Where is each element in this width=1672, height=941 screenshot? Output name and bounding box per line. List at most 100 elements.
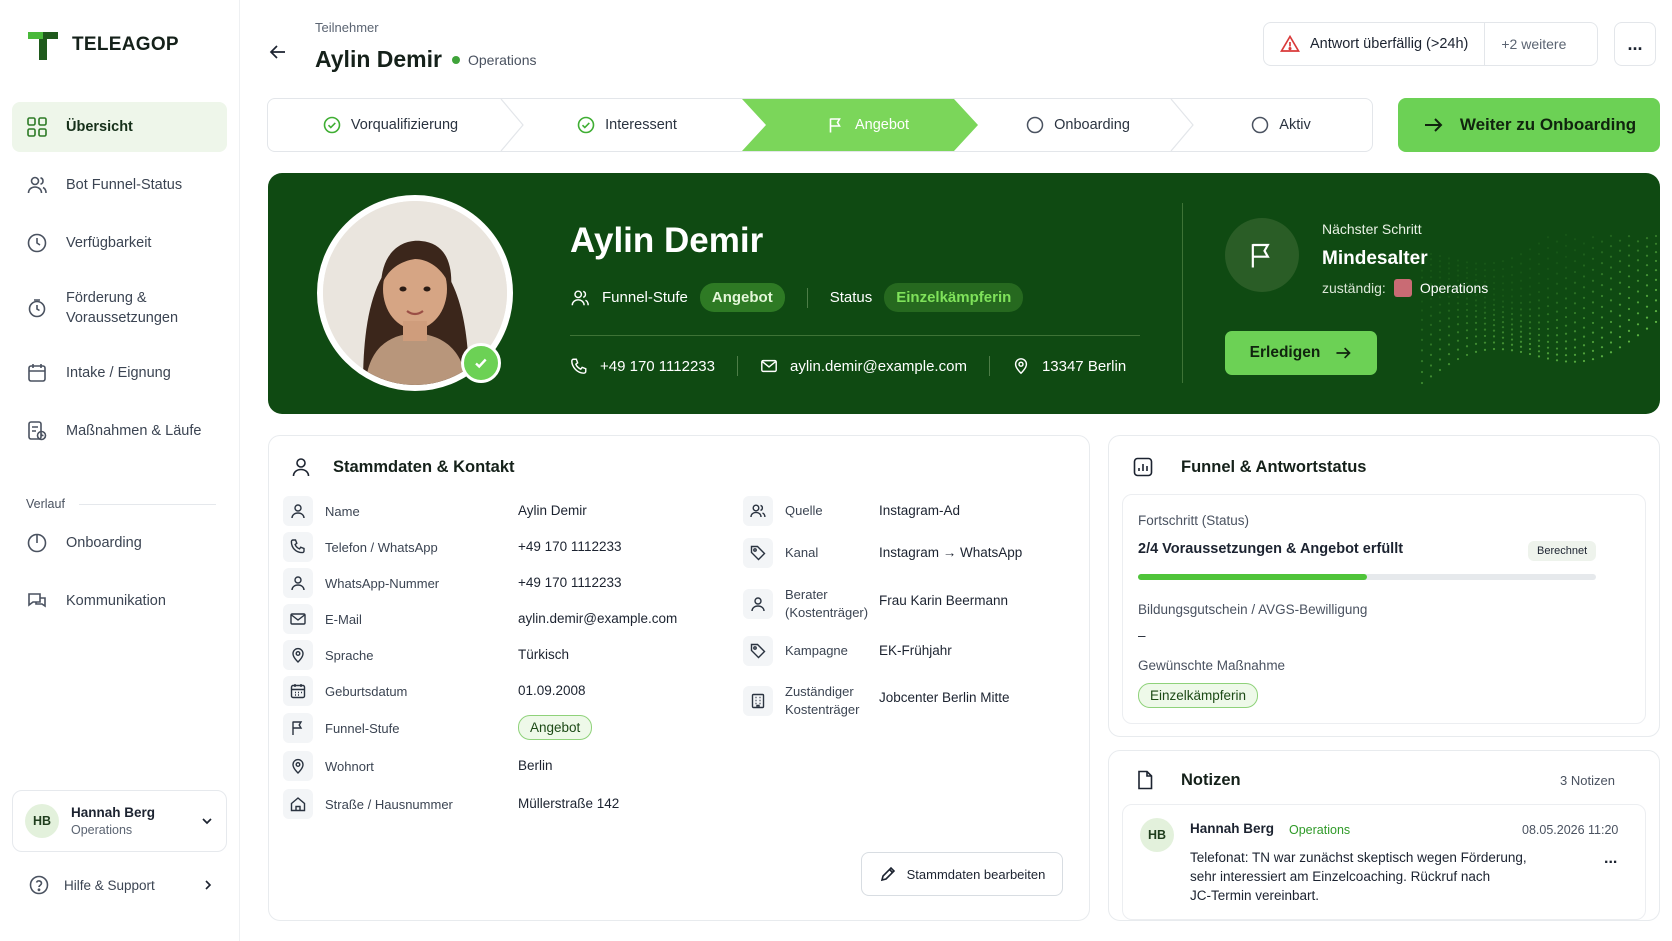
next-step-icon-circle (1225, 218, 1299, 292)
sidebar-item-onboarding[interactable]: Onboarding (12, 518, 227, 568)
grid-icon (27, 117, 47, 137)
app-logo[interactable]: TELEAGOP (26, 28, 179, 62)
avatar: HB (25, 804, 59, 838)
field-value: aylin.demir@example.com (518, 611, 678, 626)
alert-bar: Antwort überfällig (>24h) +2 weitere (1263, 22, 1598, 66)
divider (806, 287, 808, 308)
step-aktiv[interactable]: Aktiv (1188, 99, 1372, 151)
help-support-link[interactable]: Hilfe & Support (28, 874, 214, 896)
app-name: TELEAGOP (72, 34, 179, 55)
note-author: Hannah Berg (1190, 821, 1275, 836)
step-separator (500, 99, 524, 151)
hero-email-link[interactable]: aylin.demir@example.com (790, 358, 967, 375)
field-value: EK-Frühjahr (879, 643, 952, 658)
sidebar-item-label: Bot Funnel-Status (66, 177, 183, 193)
next-step-owner: zuständig: Operations (1322, 279, 1488, 297)
note-role: Operations (1289, 823, 1351, 837)
alert-overdue[interactable]: Antwort überfällig (>24h) (1264, 23, 1486, 65)
stammdaten-row: Kampagne (743, 636, 867, 666)
hero-phone-link[interactable]: +49 170 1112233 (600, 358, 715, 375)
hero-name: Aylin Demir (570, 221, 764, 260)
stammdaten-row: Funnel-Stufe (283, 713, 399, 743)
phone-icon (571, 358, 587, 374)
step-label: Aktiv (1279, 117, 1311, 133)
note-icon (1138, 770, 1153, 790)
edit-stammdaten-button[interactable]: Stammdaten bearbeiten (861, 852, 1063, 896)
stammdaten-row: E-Mail (283, 604, 362, 634)
divider (1182, 203, 1183, 383)
stammdaten-row: Straße / Hausnummer (283, 789, 453, 819)
step-interessent[interactable]: Interessent (513, 99, 741, 151)
note-text-line: sehr interessiert am Einzelcoaching. Rüc… (1190, 869, 1491, 884)
owner-label: zuständig: (1322, 280, 1386, 296)
divider (736, 356, 738, 376)
document-chart-icon (28, 421, 47, 441)
warning-icon (1280, 34, 1300, 52)
sidebar-item-label: Förderung & Voraussetzungen (66, 289, 179, 326)
voucher-value: – (1138, 628, 1146, 643)
stammdaten-row: Name (283, 496, 360, 526)
help-icon (29, 875, 49, 895)
location-pin-icon (1014, 358, 1028, 375)
logo-icon (28, 32, 58, 60)
notes-title: Notizen (1181, 771, 1241, 789)
sidebar-item-intake[interactable]: Intake / Eignung (12, 348, 227, 398)
mail-icon (283, 604, 313, 634)
back-button[interactable] (268, 42, 288, 67)
funnel-stage-badge: Angebot (699, 283, 785, 312)
sidebar-nav: Übersicht Bot Funnel-Status Verfügbarkei… (12, 102, 227, 464)
field-label: Telefon / WhatsApp (325, 539, 438, 555)
stammdaten-row: Berater (Kostenträger) (743, 586, 868, 621)
step-vorqualifizierung[interactable]: Vorqualifizierung (268, 99, 513, 151)
step-label: Onboarding (1054, 117, 1130, 133)
field-value: Frau Karin Beermann (879, 593, 1009, 608)
step-label: Interessent (605, 117, 677, 133)
sidebar-item-verfuegbarkeit[interactable]: Verfügbarkeit (12, 218, 227, 268)
breadcrumb[interactable]: Teilnehmer (315, 20, 379, 35)
field-label: Kanal (785, 545, 819, 561)
check-circle-icon (323, 116, 341, 134)
sidebar-item-kommunikation[interactable]: Kommunikation (12, 576, 227, 626)
note-menu-button[interactable]: ... (1604, 850, 1617, 868)
next-stage-label: Weiter zu Onboarding (1459, 115, 1637, 134)
calendar-icon (28, 364, 46, 382)
status-badge: Einzelkämpferin (884, 283, 1024, 312)
note-text-line: JC-Termin vereinbart. (1190, 888, 1320, 903)
field-value: +49 170 1112233 (518, 575, 622, 590)
field-label: Funnel-Stufe (325, 720, 400, 736)
chat-icon (28, 593, 46, 608)
field-label: Straße / Hausnummer (325, 796, 453, 812)
next-stage-button[interactable]: Weiter zu Onboarding (1398, 98, 1660, 152)
step-onboarding[interactable]: Onboarding (978, 99, 1178, 151)
edit-stammdaten-label: Stammdaten bearbeiten (906, 866, 1046, 882)
circle-half-icon (27, 533, 47, 553)
step-label: Angebot (854, 117, 910, 133)
field-value: Aylin Demir (518, 503, 587, 518)
current-user-card[interactable]: HB Hannah Berg Operations (12, 790, 227, 852)
sidebar-item-massnahmen[interactable]: Maßnahmen & Läufe (12, 406, 227, 456)
status-dot (452, 56, 460, 64)
step-angebot[interactable]: Angebot (763, 99, 973, 151)
sidebar-item-foerderung[interactable]: Förderung & Voraussetzungen (12, 276, 227, 340)
user-role: Operations (71, 823, 133, 837)
funnel-stage-label: Funnel-Stufe (602, 289, 688, 306)
chevron-down-icon (202, 818, 212, 825)
page-title: Aylin Demir (315, 46, 442, 72)
field-label: Name (325, 503, 360, 519)
verified-badge (461, 343, 501, 383)
user-icon (283, 496, 313, 526)
sidebar-item-label: Übersicht (66, 119, 133, 135)
user-icon (283, 568, 313, 598)
arrow-right-icon (1336, 347, 1352, 359)
funnel-stage-badge: Angebot (518, 715, 593, 740)
progress-bar-fill (1138, 574, 1367, 580)
clock-icon (27, 233, 47, 253)
alert-more-link[interactable]: +2 weitere (1485, 36, 1582, 52)
sidebar-item-bot-funnel-status[interactable]: Bot Funnel-Status (12, 160, 227, 210)
more-options-button[interactable]: ... (1614, 22, 1656, 66)
phone-icon (283, 532, 313, 562)
complete-step-button[interactable]: Erledigen (1225, 331, 1377, 375)
sidebar-item-uebersicht[interactable]: Übersicht (12, 102, 227, 152)
sidebar-item-label: Onboarding (66, 535, 142, 551)
chevron-right-icon (205, 880, 212, 890)
